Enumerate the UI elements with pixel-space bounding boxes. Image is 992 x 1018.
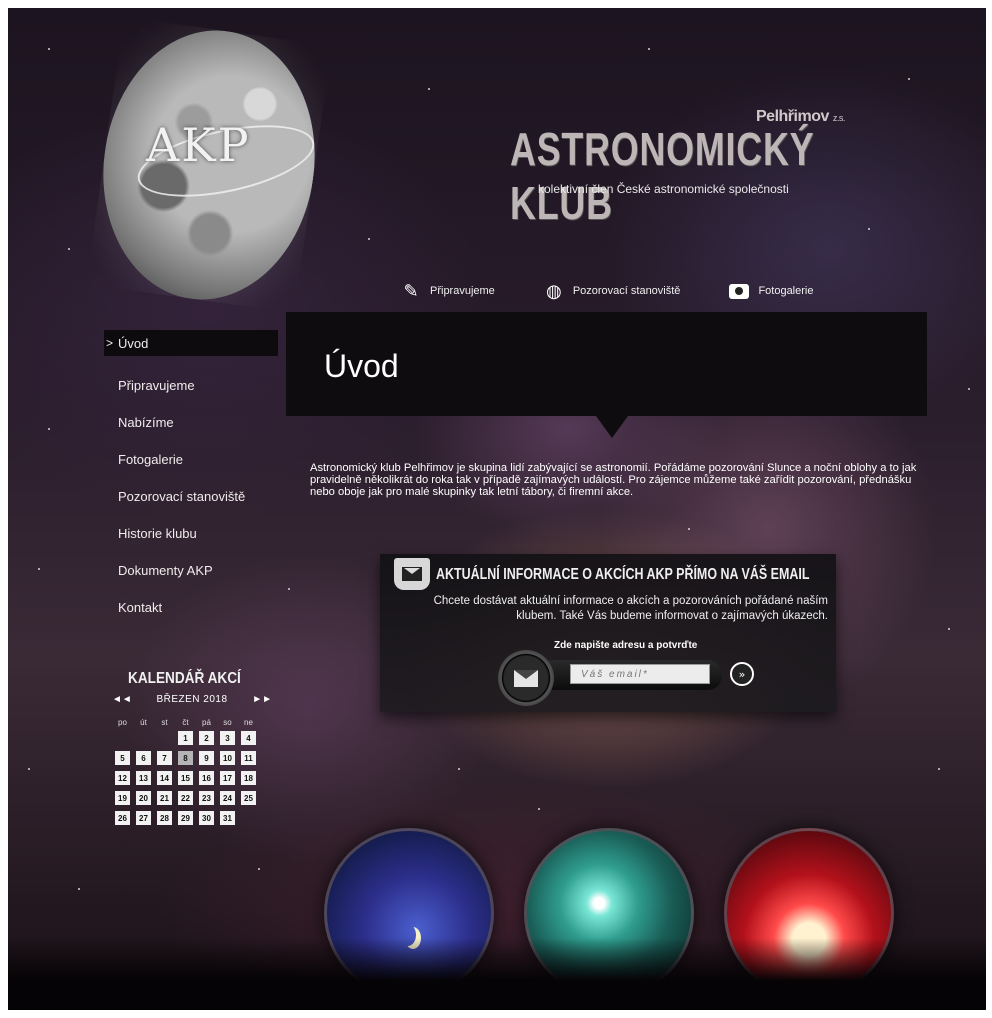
side-menu-item-nabizime[interactable]: Nabízíme [104,404,278,441]
calendar-day[interactable]: 31 [220,811,235,825]
calendar-weekdays: po út st čt pá so ne [112,718,259,727]
club-title: ASTRONOMICKÝ KLUB [510,123,815,229]
calendar-day[interactable]: 22 [178,791,193,805]
intro-text: Astronomický klub Pelhřimov je skupina l… [310,462,917,498]
header-pointer [596,416,628,438]
newsletter-title: AKTUÁLNÍ INFORMACE O AKCÍCH AKP PŘÍMO NA… [436,566,810,583]
email-submit-button[interactable]: » [730,662,754,686]
camera-icon [728,280,750,302]
calendar-day[interactable]: 15 [178,771,193,785]
calendar-day[interactable]: 8 [178,751,193,765]
akp-logo[interactable]: AKP [146,118,306,198]
calendar-day[interactable]: 24 [220,791,235,805]
footer-bar [8,938,986,1010]
globe-icon: ◍ [545,280,562,301]
calendar-prev-button[interactable]: ◄◄ [112,694,132,705]
calendar-empty-cell [115,731,130,745]
top-nav-label: Fotogalerie [758,285,814,297]
pencil-icon: ✎ [403,280,419,301]
calendar-weekday: po [118,718,127,727]
calendar-day[interactable]: 14 [157,771,172,785]
calendar-day[interactable]: 23 [199,791,214,805]
calendar-grid: 1 2 3 4 5 6 7 8 9 10 11 12 13 14 15 16 17 18 19 20 21 22 23 24 2… [112,728,259,828]
side-menu-item-pozorovaci-stanoviste[interactable]: Pozorovací stanoviště [104,478,278,515]
side-menu: > Úvod Připravujeme Nabízíme Fotogalerie … [104,330,278,626]
newsletter-label: Zde napište adresu a potvrďte [554,640,698,651]
top-nav-label: Pozorovací stanoviště [572,285,681,297]
calendar-day[interactable]: 13 [136,771,151,785]
mail-icon [498,650,554,706]
calendar-empty-cell [136,731,151,745]
side-menu-item-uvod[interactable]: > Úvod [104,330,278,356]
calendar-day[interactable]: 21 [157,791,172,805]
top-nav-item-pripravujeme[interactable]: ✎ Připravujeme [400,280,495,302]
top-nav-item-pozorovaci-stanoviste[interactable]: ◍ Pozorovací stanoviště [543,280,681,302]
calendar-day[interactable]: 16 [199,771,214,785]
calendar-day[interactable]: 28 [157,811,172,825]
calendar-day[interactable]: 5 [115,751,130,765]
calendar-weekday: út [140,718,147,727]
calendar-nav: ◄◄ BŘEZEN 2018 ►► [112,694,272,705]
email-input[interactable] [570,664,710,684]
calendar-day[interactable]: 7 [157,751,172,765]
calendar-day[interactable]: 26 [115,811,130,825]
side-menu-item-fotogalerie[interactable]: Fotogalerie [104,441,278,478]
calendar-empty-cell [157,731,172,745]
calendar-day[interactable]: 3 [220,731,235,745]
page: AKP Pelhřimov z.s. ASTRONOMICKÝ KLUB kol… [8,8,986,1010]
club-subtitle: kolektivní člen České astronomické spole… [538,182,789,196]
calendar-day[interactable]: 12 [115,771,130,785]
calendar-day[interactable]: 11 [241,751,256,765]
active-marker: > [106,336,114,350]
calendar-day[interactable]: 6 [136,751,151,765]
calendar-day[interactable]: 27 [136,811,151,825]
calendar-day[interactable]: 4 [241,731,256,745]
calendar-weekday: čt [182,718,189,727]
side-menu-item-historie-klubu[interactable]: Historie klubu [104,515,278,552]
content-header: Úvod [286,312,927,416]
side-menu-item-pripravujeme[interactable]: Připravujeme [104,367,278,404]
calendar-month: BŘEZEN 2018 [156,694,228,705]
calendar-day[interactable]: 25 [241,791,256,805]
calendar-day[interactable]: 1 [178,731,193,745]
calendar-day[interactable]: 10 [220,751,235,765]
calendar-title: KALENDÁŘ AKCÍ [128,670,241,687]
page-title: Úvod [324,348,399,384]
calendar-day[interactable]: 20 [136,791,151,805]
calendar-day[interactable]: 18 [241,771,256,785]
calendar-day[interactable]: 30 [199,811,214,825]
newsletter-description: Chcete dostávat aktuální informace o akc… [433,595,828,622]
newsletter-box: AKTUÁLNÍ INFORMACE O AKCÍCH AKP PŘÍMO NA… [380,554,836,712]
calendar-day[interactable]: 17 [220,771,235,785]
calendar-weekday: so [223,718,232,727]
calendar-day[interactable]: 9 [199,751,214,765]
calendar-weekday: pá [202,718,211,727]
calendar-day[interactable]: 29 [178,811,193,825]
calendar-day[interactable]: 19 [115,791,130,805]
side-menu-item-kontakt[interactable]: Kontakt [104,589,278,626]
top-nav-item-fotogalerie[interactable]: Fotogalerie [728,280,813,302]
top-nav-label: Připravujeme [430,285,495,297]
calendar-day[interactable]: 2 [199,731,214,745]
calendar-next-button[interactable]: ►► [252,694,272,705]
envelope-icon [394,558,430,590]
top-nav: ✎ Připravujeme ◍ Pozorovací stanoviště F… [400,280,861,302]
calendar-weekday: ne [244,718,253,727]
side-menu-item-dokumenty-akp[interactable]: Dokumenty AKP [104,552,278,589]
calendar-weekday: st [161,718,168,727]
